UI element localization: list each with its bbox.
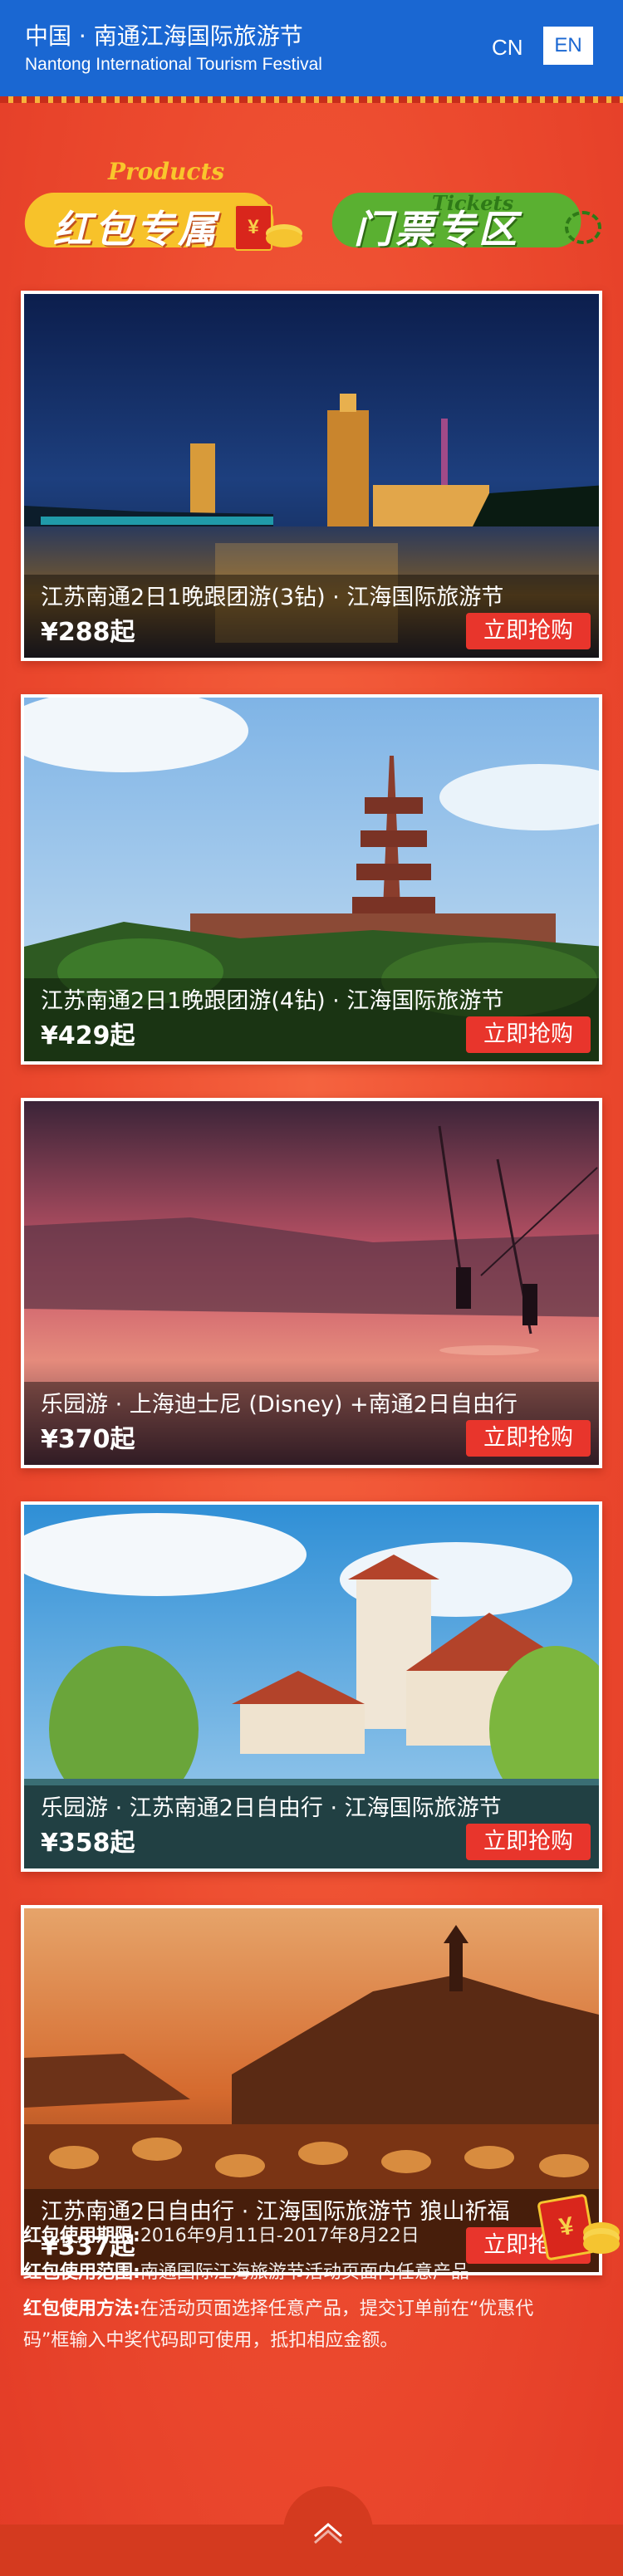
rule-validity: 红包使用期限:2016年9月11日-2017年8月22日 [23,2221,538,2252]
category-tickets[interactable]: Tickets 门票专区 [328,153,601,261]
chevron-up-icon [314,2523,342,2544]
red-packet-rules: 红包使用期限:2016年9月11日-2017年8月22日 红包使用范围:南通国际… [23,2221,538,2362]
buy-now-button[interactable]: 立即抢购 [466,1420,591,1457]
rule-value: 南通国际江海旅游节活动页面内任意产品 [140,2262,469,2283]
red-packet-icon: ¥ [234,204,272,251]
product-price: ¥429起 [41,1021,135,1050]
product-card[interactable]: 乐园游 · 江苏南通2日自由行 · 江海国际旅游节 ¥358起 立即抢购 [21,1501,602,1872]
product-name[interactable]: 乐园游 · 江苏南通2日自由行 · 江海国际旅游节 [41,1790,502,1822]
page-title: 中国 · 南通江海国际旅游节 [25,22,303,50]
buy-now-button[interactable]: 立即抢购 [466,1016,591,1053]
coins-icon [583,2234,620,2254]
swirl-icon [565,211,601,244]
rule-value: 2016年9月11日-2017年8月22日 [140,2226,419,2246]
product-name[interactable]: 江苏南通2日1晚跟团游(3钻) · 江海国际旅游节 [41,579,503,611]
red-packet-icon: ¥ [537,2193,596,2261]
language-cn-button[interactable]: CN [492,35,523,61]
product-price: ¥288起 [41,618,135,647]
product-card[interactable]: 江苏南通2日1晚跟团游(4钻) · 江海国际旅游节 ¥429起 立即抢购 [21,694,602,1065]
product-name[interactable]: 江苏南通2日1晚跟团游(4钻) · 江海国际旅游节 [41,982,503,1015]
back-to-top-button[interactable] [283,2486,373,2576]
coins-icon [266,229,302,247]
category-products-cn: 红包专属 [53,207,219,252]
product-price: ¥358起 [41,1829,135,1858]
product-card[interactable]: 乐园游 · 上海迪士尼 (Disney) +南通2日自由行 ¥370起 立即抢购 [21,1098,602,1468]
page-subtitle: Nantong International Tourism Festival [25,55,322,74]
language-en-button[interactable]: EN [543,27,593,65]
product-price: ¥370起 [41,1425,135,1454]
buy-now-button[interactable]: 立即抢购 [466,613,591,649]
top-header: 中国 · 南通江海国际旅游节 Nantong International Tou… [0,0,623,96]
product-name[interactable]: 乐园游 · 上海迪士尼 (Disney) +南通2日自由行 [41,1386,518,1418]
category-tickets-cn: 门票专区 [354,207,520,252]
decorative-stripe [0,96,623,103]
rule-label: 红包使用范围: [23,2262,140,2283]
rule-method: 红包使用方法:在活动页面选择任意产品，提交订单前在“优惠代码”框输入中奖代码即可… [23,2294,538,2357]
category-products-en: Products [108,158,225,185]
rule-label: 红包使用方法: [23,2299,140,2319]
buy-now-button[interactable]: 立即抢购 [466,1824,591,1860]
product-card[interactable]: 江苏南通2日1晚跟团游(3钻) · 江海国际旅游节 ¥288起 立即抢购 [21,291,602,661]
main-content: Products 红包专属 ¥ Tickets 门票专区 江苏南通2日1晚跟团游… [0,103,623,2576]
rule-label: 红包使用期限: [23,2226,140,2246]
rule-scope: 红包使用范围:南通国际江海旅游节活动页面内任意产品 [23,2257,538,2289]
category-products[interactable]: Products 红包专属 ¥ [21,153,307,261]
